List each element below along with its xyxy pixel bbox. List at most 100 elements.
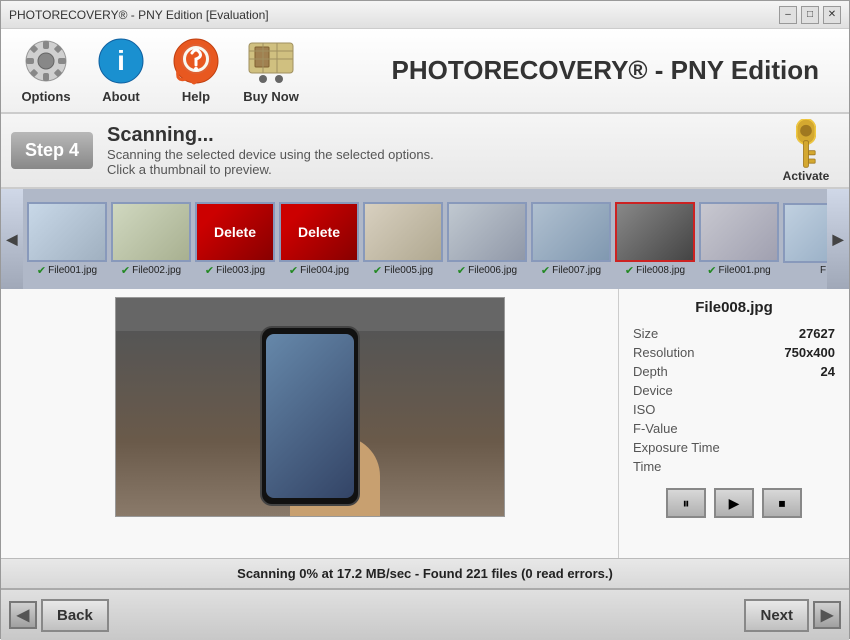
info-value: 27627 <box>799 326 835 341</box>
info-row: Time <box>633 459 835 474</box>
toolbar: Options i About Help <box>1 29 849 114</box>
next-button[interactable]: Next <box>744 599 809 632</box>
help-icon <box>172 37 220 85</box>
info-key: Resolution <box>633 345 694 360</box>
info-row: Device <box>633 383 835 398</box>
info-row: Size 27627 <box>633 326 835 341</box>
thumbnail-item[interactable]: Delete✔File003.jpg <box>193 200 277 279</box>
pause-button[interactable]: ⏸ <box>666 488 706 518</box>
thumb-scroll-left[interactable]: ◀ <box>1 189 23 289</box>
thumb-check-icon: ✔ <box>541 264 550 277</box>
step-text: Scanning... Scanning the selected device… <box>107 124 773 177</box>
thumb-check-icon: ✔ <box>373 264 382 277</box>
info-value: 24 <box>821 364 835 379</box>
minimize-button[interactable]: – <box>779 6 797 24</box>
info-key: ISO <box>633 402 655 417</box>
app-title: PHOTORECOVERY® - PNY Edition <box>306 55 839 86</box>
thumbnail-label: ✔File003.jpg <box>205 264 265 277</box>
help-button[interactable]: Help <box>161 33 231 108</box>
step-heading: Scanning... <box>107 124 773 147</box>
buynow-button[interactable]: Buy Now <box>236 33 306 108</box>
toolbar-buttons: Options i About Help <box>11 33 306 108</box>
thumbnail-item[interactable]: ✔File005.jpg <box>361 200 445 279</box>
preview-pane <box>1 289 619 558</box>
thumbnail-item[interactable]: ✔File001.png <box>697 200 781 279</box>
playback-controls: ⏸ ▶ ⏹ <box>633 488 835 518</box>
back-group: ◀ Back <box>9 599 109 632</box>
play-button[interactable]: ▶ <box>714 488 754 518</box>
status-bar: Scanning 0% at 17.2 MB/sec - Found 221 f… <box>1 558 849 588</box>
thumbnail-strip-container: ◀ ✔File001.jpg ✔File002.jpg Delete✔File003… <box>1 189 849 289</box>
info-filename: File008.jpg <box>633 299 835 316</box>
thumbnail-strip: ✔File001.jpg ✔File002.jpg Delete✔File003.j… <box>23 189 827 289</box>
thumbnail-item[interactable]: Delete✔File004.jpg <box>277 200 361 279</box>
thumbnail-label: ✔File005.jpg <box>373 264 433 277</box>
thumbnail-item[interactable]: F <box>781 201 827 278</box>
activate-label: Activate <box>783 169 830 183</box>
thumbnail-label: ✔File004.jpg <box>289 264 349 277</box>
activate-button[interactable]: Activate <box>773 115 839 187</box>
info-key: Depth <box>633 364 668 379</box>
info-key: Size <box>633 326 658 341</box>
step-line1: Scanning the selected device using the s… <box>107 147 773 162</box>
info-key: Exposure Time <box>633 440 720 455</box>
info-pane: File008.jpg Size 27627 Resolution 750x400 De… <box>619 289 849 558</box>
thumbnail-item[interactable]: ✔File007.jpg <box>529 200 613 279</box>
info-table: Size 27627 Resolution 750x400 Depth 24 Device I… <box>633 326 835 474</box>
thumbnail-item[interactable]: ✔File006.jpg <box>445 200 529 279</box>
thumbnail-item[interactable]: ✔File008.jpg <box>613 200 697 279</box>
thumb-check-icon: ✔ <box>289 264 298 277</box>
info-row: Exposure Time <box>633 440 835 455</box>
cart-icon <box>247 37 295 85</box>
thumbnail-label: ✔File001.png <box>707 264 770 277</box>
main-content: File008.jpg Size 27627 Resolution 750x400 De… <box>1 289 849 558</box>
thumbnail-item[interactable]: ✔File001.jpg <box>25 200 109 279</box>
buynow-label: Buy Now <box>243 89 299 104</box>
next-label: Next <box>760 607 793 624</box>
maximize-button[interactable]: □ <box>801 6 819 24</box>
thumbnail-label: ✔File001.jpg <box>37 264 97 277</box>
thumbnail-label: F <box>820 265 826 276</box>
stop-button[interactable]: ⏹ <box>762 488 802 518</box>
thumb-check-icon: ✔ <box>457 264 466 277</box>
play-icon: ▶ <box>729 495 740 512</box>
svg-text:i: i <box>117 45 125 76</box>
next-group: Next ▶ <box>744 599 841 632</box>
key-icon <box>781 119 831 169</box>
info-icon: i <box>97 37 145 85</box>
window-title: PHOTORECOVERY® - PNY Edition [Evaluation… <box>9 8 269 22</box>
thumb-check-icon: ✔ <box>707 264 716 277</box>
thumbnail-label: ✔File007.jpg <box>541 264 601 277</box>
preview-bg <box>116 298 504 516</box>
thumbnail-label: ✔File002.jpg <box>121 264 181 277</box>
thumbnail-label: ✔File006.jpg <box>457 264 517 277</box>
bottom-nav: ◀ Back Next ▶ <box>1 588 849 640</box>
thumb-check-icon: ✔ <box>205 264 214 277</box>
thumb-scroll-right[interactable]: ▶ <box>827 189 849 289</box>
info-row: Resolution 750x400 <box>633 345 835 360</box>
pause-icon: ⏸ <box>683 495 690 512</box>
back-button[interactable]: Back <box>41 599 109 632</box>
next-arrow-button[interactable]: ▶ <box>813 601 841 629</box>
info-key: F-Value <box>633 421 678 436</box>
info-value: 750x400 <box>784 345 835 360</box>
about-label: About <box>102 89 140 104</box>
info-row: ISO <box>633 402 835 417</box>
info-row: Depth 24 <box>633 364 835 379</box>
options-button[interactable]: Options <box>11 33 81 108</box>
thumb-check-icon: ✔ <box>121 264 130 277</box>
back-arrow-button[interactable]: ◀ <box>9 601 37 629</box>
options-label: Options <box>21 89 70 104</box>
thumbnail-label: ✔File008.jpg <box>625 264 685 277</box>
close-button[interactable]: ✕ <box>823 6 841 24</box>
step-bar: Step 4 Scanning... Scanning the selected… <box>1 114 849 189</box>
stop-icon: ⏹ <box>779 495 786 512</box>
thumb-check-icon: ✔ <box>625 264 634 277</box>
info-key: Device <box>633 383 673 398</box>
thumbnail-item[interactable]: ✔File002.jpg <box>109 200 193 279</box>
info-row: F-Value <box>633 421 835 436</box>
gear-icon <box>22 37 70 85</box>
about-button[interactable]: i About <box>86 33 156 108</box>
step-label: Step 4 <box>11 132 93 169</box>
title-bar: PHOTORECOVERY® - PNY Edition [Evaluation… <box>1 1 849 29</box>
